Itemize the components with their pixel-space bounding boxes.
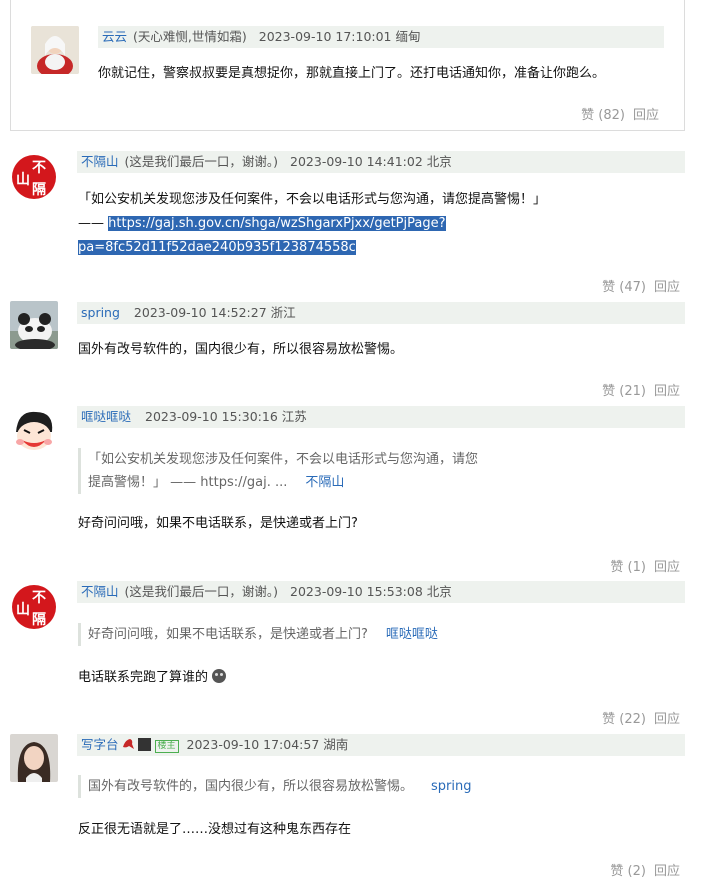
- comment-text: 「如公安机关发现您涉及任何案件，不会以电话形式与您沟通，请您提高警惕！」 —— …: [78, 188, 688, 260]
- user-signature: (这是我们最后一口，谢谢。): [124, 154, 279, 169]
- like-button[interactable]: 赞 (1): [610, 560, 646, 575]
- avatar-char: 隔: [32, 182, 46, 198]
- avatar-char: 山: [16, 172, 30, 188]
- username-link[interactable]: 不隔山: [81, 154, 119, 169]
- reply-button[interactable]: 回应: [654, 712, 680, 727]
- comment-actions: 赞 (22) 回应: [594, 708, 680, 727]
- user-signature: (天心难恻,世情如霜): [133, 29, 247, 44]
- username-link[interactable]: spring: [81, 305, 120, 320]
- comment-meta: 云云 (天心难恻,世情如霜) 2023-09-10 17:10:01 缅甸: [98, 26, 664, 48]
- comment-location: 北京: [426, 584, 452, 599]
- comment-actions: 赞 (82) 回应: [573, 104, 659, 123]
- like-button[interactable]: 赞 (22): [602, 712, 646, 727]
- host-badge: 楼主: [154, 740, 179, 753]
- avatar[interactable]: [10, 734, 58, 782]
- comment-text: 国外有改号软件的，国内很少有，所以很容易放松警惕。: [78, 342, 404, 357]
- quote-author-link[interactable]: 不隔山: [305, 475, 344, 490]
- comment-text-line: —— https://gaj.sh.gov.cn/shga/wzShgarxPj…: [78, 212, 688, 236]
- username-link[interactable]: 不隔山: [81, 584, 119, 599]
- username-link[interactable]: 写字台: [81, 737, 119, 752]
- comment-item: 哐哒哐哒 2023-09-10 15:30:16 江苏 「如公安机关发现您涉及任何…: [0, 404, 703, 580]
- bird-icon: [121, 736, 135, 756]
- comment-text: 你就记住，警察叔叔要是真想捉你，那就直接上门了。还打电话通知你，准备让你跑么。: [98, 66, 606, 81]
- comment-meta: 不隔山 (这是我们最后一口，谢谢。) 2023-09-10 15:53:08 北京: [77, 581, 685, 603]
- user-signature: (这是我们最后一口，谢谢。): [124, 584, 279, 599]
- comment-text: 反正很无语就是了……没想过有这种鬼东西存在: [78, 822, 352, 837]
- quoted-comment: 好奇问问哦，如果不电话联系，是快递或者上门? 哐哒哐哒: [78, 623, 648, 646]
- like-button[interactable]: 赞 (82): [581, 108, 625, 123]
- reply-button[interactable]: 回应: [654, 384, 680, 399]
- username-link[interactable]: 哐哒哐哒: [81, 409, 131, 424]
- url-link[interactable]: pa=8fc52d11f52dae240b935f123874558c: [78, 240, 356, 255]
- comment-actions: 赞 (47) 回应: [594, 276, 680, 295]
- dash: ——: [78, 216, 104, 231]
- avatar[interactable]: [10, 301, 58, 349]
- comment-actions: 赞 (1) 回应: [602, 556, 680, 575]
- avatar[interactable]: [10, 406, 58, 454]
- comment-date: 2023-09-10 14:41:02: [290, 154, 423, 169]
- avatar-char: 隔: [32, 612, 46, 628]
- comment-location: 北京: [426, 154, 452, 169]
- square-icon: [137, 738, 151, 751]
- comment-text-line: 「如公安机关发现您涉及任何案件，不会以电话形式与您沟通，请您提高警惕！」: [78, 192, 547, 207]
- comment-text-content: 电话联系完跑了算谁的: [78, 670, 209, 685]
- quote-author-link[interactable]: spring: [431, 779, 471, 794]
- comment-item: spring 2023-09-10 14:52:27 浙江 国外有改号软件的，国内…: [0, 300, 703, 404]
- comment-location: 缅甸: [395, 29, 421, 44]
- comment-date: 2023-09-10 15:53:08: [290, 584, 423, 599]
- quote-text-line: 「如公安机关发现您涉及任何案件，不会以电话形式与您沟通，请您: [88, 452, 479, 467]
- comment-location: 浙江: [270, 305, 296, 320]
- quote-text-line: 提高警惕！」 —— https://gaj. ... 不隔山: [88, 471, 548, 494]
- quoted-comment: 国外有改号软件的，国内很少有，所以很容易放松警惕。 spring: [78, 775, 648, 798]
- quoted-comment: 「如公安机关发现您涉及任何案件，不会以电话形式与您沟通，请您 提高警惕！」 ——…: [78, 448, 548, 494]
- comment-location: 江苏: [281, 409, 307, 424]
- comment-item: 云云 (天心难恻,世情如霜) 2023-09-10 17:10:01 缅甸 你就记住…: [0, 0, 703, 132]
- comment-date: 2023-09-10 17:04:57: [186, 737, 320, 752]
- reply-button[interactable]: 回应: [654, 280, 680, 295]
- comment-item: 不 山 隔 不隔山 (这是我们最后一口，谢谢。) 2023-09-10 14:41:…: [0, 150, 703, 300]
- quote-text: 提高警惕！」 —— https://gaj. ...: [88, 475, 288, 490]
- comment-location: 湖南: [323, 737, 349, 752]
- comment-item: 不 山 隔 不隔山 (这是我们最后一口，谢谢。) 2023-09-10 15:53:…: [0, 580, 703, 732]
- comment-meta: 不隔山 (这是我们最后一口，谢谢。) 2023-09-10 14:41:02 北京: [77, 151, 685, 173]
- username-link[interactable]: 云云: [102, 29, 127, 44]
- url-link[interactable]: https://gaj.sh.gov.cn/shga/wzShgarxPjxx/…: [108, 216, 446, 231]
- comment-actions: 赞 (2) 回应: [602, 860, 680, 879]
- comment-meta: 写字台 楼主 2023-09-10 17:04:57 湖南: [77, 734, 685, 756]
- comment-text: 好奇问问哦，如果不电话联系，是快递或者上门?: [78, 516, 358, 531]
- comment-text-line: pa=8fc52d11f52dae240b935f123874558c: [78, 236, 688, 260]
- comment-date: 2023-09-10 14:52:27: [133, 305, 267, 320]
- comment-meta: spring 2023-09-10 14:52:27 浙江: [77, 302, 685, 324]
- reply-button[interactable]: 回应: [633, 108, 659, 123]
- avatar[interactable]: [31, 26, 79, 74]
- comment-actions: 赞 (21) 回应: [594, 380, 680, 399]
- like-button[interactable]: 赞 (47): [602, 280, 646, 295]
- quote-text: 国外有改号软件的，国内很少有，所以很容易放松警惕。: [88, 779, 414, 794]
- reply-button[interactable]: 回应: [654, 560, 680, 575]
- avatar-char: 不: [32, 590, 46, 606]
- comment-date: 2023-09-10 15:30:16: [145, 409, 278, 424]
- like-button[interactable]: 赞 (21): [602, 384, 646, 399]
- avatar[interactable]: 不 山 隔: [10, 153, 58, 201]
- avatar-char: 不: [32, 160, 46, 176]
- quote-text: 好奇问问哦，如果不电话联系，是快递或者上门?: [88, 627, 368, 642]
- comment-meta: 哐哒哐哒 2023-09-10 15:30:16 江苏: [77, 406, 685, 428]
- comment-date: 2023-09-10 17:10:01: [258, 29, 392, 44]
- comment-text: 电话联系完跑了算谁的: [78, 666, 227, 690]
- avatar[interactable]: 不 山 隔: [10, 583, 58, 631]
- avatar-char: 山: [16, 602, 30, 618]
- quote-author-link[interactable]: 哐哒哐哒: [386, 627, 438, 642]
- emoji-face-icon: [212, 669, 227, 683]
- comment-item: 写字台 楼主 2023-09-10 17:04:57 湖南 国外有改号软件的，国内很…: [0, 732, 703, 879]
